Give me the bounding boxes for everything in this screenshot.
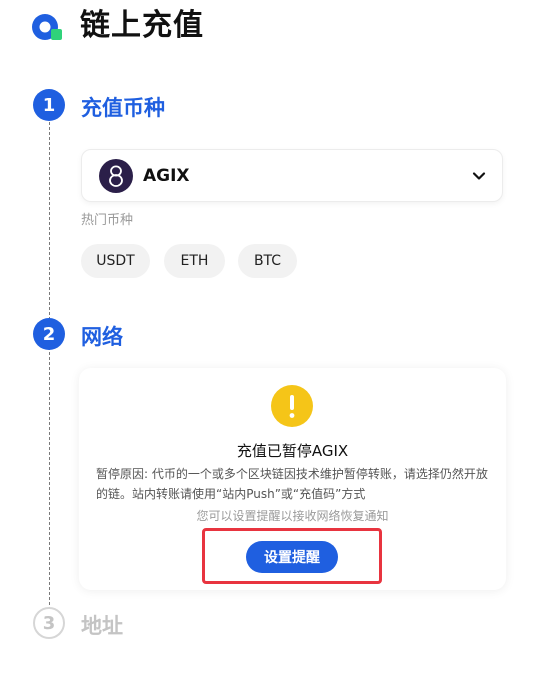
coin-select-dropdown[interactable]: AGIX bbox=[81, 149, 503, 202]
step-1-title: 充值币种 bbox=[81, 96, 165, 120]
warning-icon bbox=[271, 385, 313, 427]
step-2-indicator: 2 bbox=[33, 318, 65, 350]
step-1-indicator: 1 bbox=[33, 89, 65, 121]
timeline-line bbox=[49, 117, 50, 615]
reminder-notice-text: 您可以设置提醒以接收网络恢复通知 bbox=[196, 509, 389, 523]
hot-coin-chip-btc[interactable]: BTC bbox=[238, 244, 297, 278]
page-title: 链上充值 bbox=[80, 8, 204, 43]
hot-coin-chip-eth[interactable]: ETH bbox=[164, 244, 225, 278]
chevron-down-icon bbox=[470, 167, 488, 185]
paused-title: 充值已暂停AGIX bbox=[236, 442, 349, 460]
paused-reason-text: 暂停原因: 代币的一个或多个区块链因技术维护暂停转账，请选择仍然开放的链。站内转… bbox=[96, 467, 488, 501]
selected-coin-label: AGIX bbox=[143, 166, 190, 186]
step-2-title: 网络 bbox=[81, 325, 123, 349]
set-reminder-button[interactable]: 设置提醒 bbox=[246, 541, 338, 573]
step-3-title: 地址 bbox=[81, 614, 123, 638]
agix-coin-icon bbox=[99, 159, 133, 193]
app-logo-icon bbox=[30, 10, 64, 44]
hot-coins-label: 热门币种 bbox=[81, 213, 134, 228]
hot-coin-chip-usdt[interactable]: USDT bbox=[81, 244, 150, 278]
network-paused-card: 充值已暂停AGIX 暂停原因: 代币的一个或多个区块链因技术维护暂停转账，请选择… bbox=[79, 368, 506, 590]
step-3-indicator: 3 bbox=[33, 607, 65, 639]
